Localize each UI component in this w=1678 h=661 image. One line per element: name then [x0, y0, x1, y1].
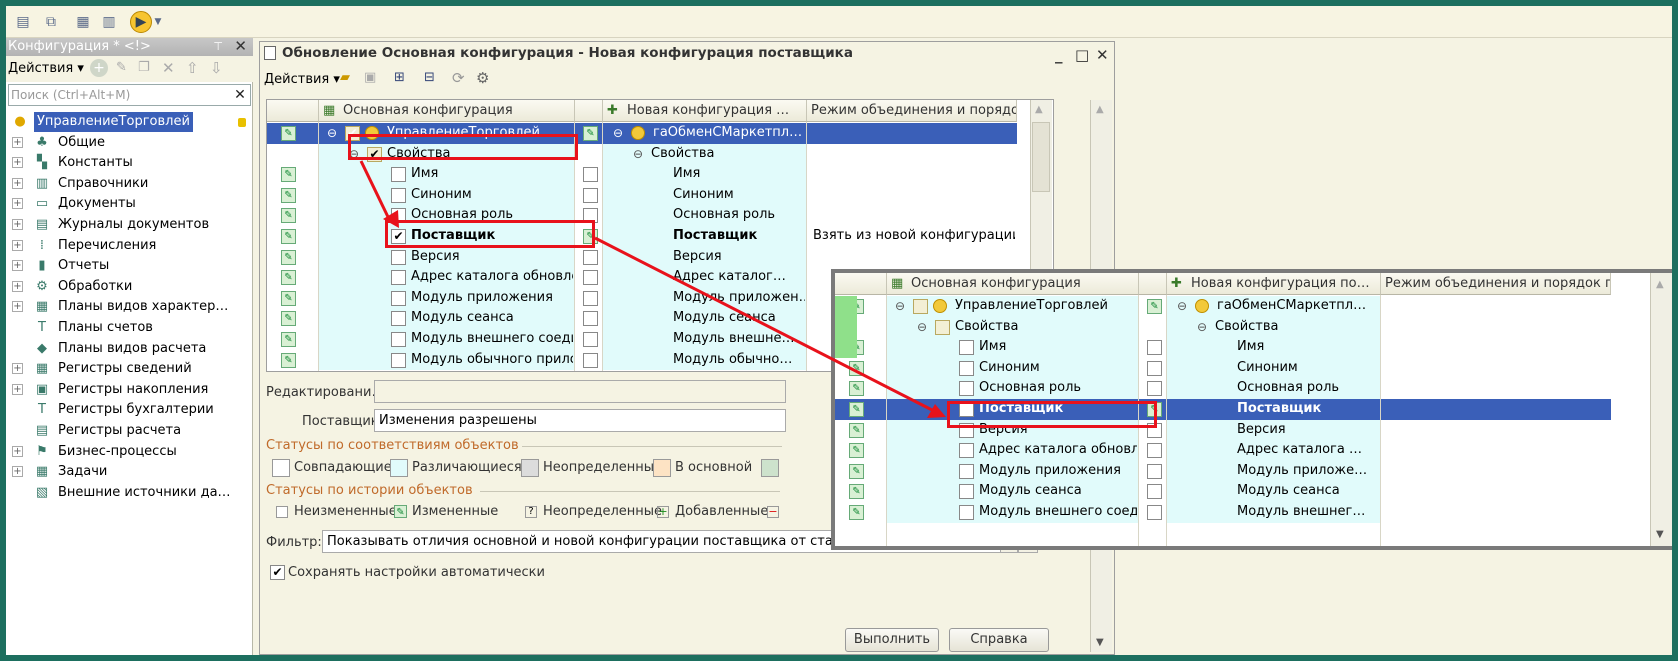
annotation-arrows	[359, 160, 946, 418]
arrow-properties-to-supplier	[359, 160, 391, 220]
arrow-supplier-to-zoom	[594, 236, 937, 414]
arrow-head-2	[927, 404, 946, 418]
app-frame: ▤ ⧉ ▦ ▥ ▶ ▼ Конфигурация * <!> ⊤ ✕ Дейст…	[6, 6, 1672, 655]
